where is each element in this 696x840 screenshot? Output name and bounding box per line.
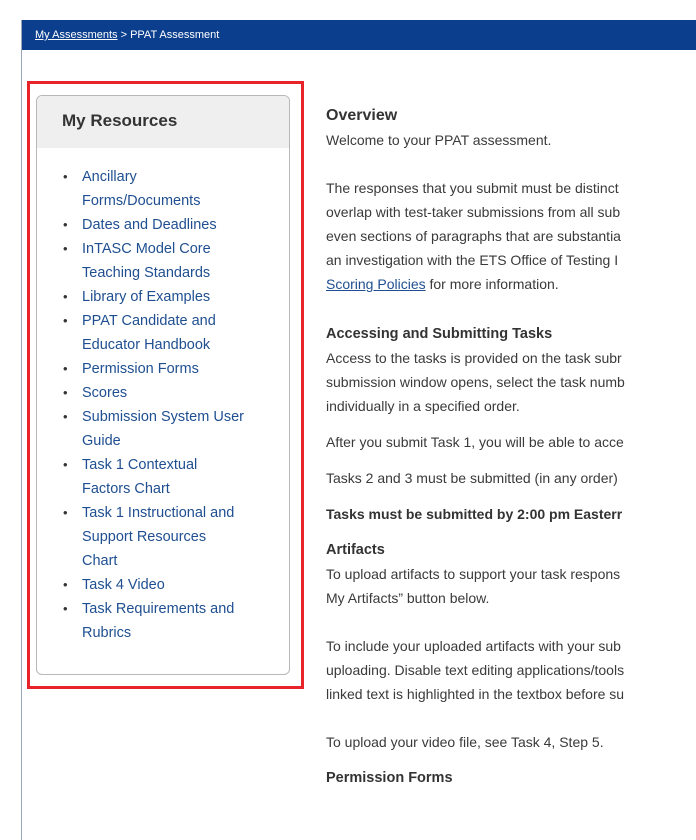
resource-link-line: Task 1 Contextual (82, 457, 198, 473)
artifacts-line-5: linked text is highlighted in the textbo… (326, 686, 625, 702)
resource-link-line: Dates and Deadlines (82, 217, 217, 233)
accessing-line-2: submission window opens, select the task… (326, 374, 625, 390)
resource-link-line: Submission System User (82, 409, 244, 425)
resource-link-line: Educator Handbook (82, 337, 211, 353)
resource-link-line: Support Resources (82, 529, 207, 545)
overview-line-5: Scoring Policies for more information. (326, 272, 696, 296)
my-resources-panel: My Resources • Ancillary Forms/Documents • D… (36, 95, 290, 675)
resource-item: • Permission Forms (63, 357, 289, 381)
resource-item: • Task 1 Contextual Factors Chart (63, 453, 289, 501)
resource-link[interactable]: Scores (82, 385, 127, 401)
accessing-line-1: Access to the tasks is provided on the t… (326, 350, 622, 366)
resource-link-line: Scores (82, 385, 128, 401)
bullet-icon: • (63, 409, 68, 424)
resource-item: • Dates and Deadlines (63, 213, 289, 237)
resource-link[interactable]: Task 1 Instructional and Support Resource… (82, 505, 234, 569)
accessing-heading: Accessing and Submitting Tasks (326, 326, 553, 342)
resource-link-line: Ancillary (82, 169, 137, 185)
artifacts-line-2: My Artifacts” button below. (326, 590, 490, 606)
bullet-icon: • (63, 457, 68, 472)
resource-link[interactable]: InTASC Model Core Teaching Standards (82, 241, 211, 281)
resource-link[interactable]: Task 1 Contextual Factors Chart (82, 457, 197, 497)
resource-item: • Ancillary Forms/Documents (63, 165, 289, 213)
resource-link-line: Teaching Standards (82, 265, 211, 281)
resource-link-line: InTASC Model Core (82, 241, 211, 257)
bullet-icon: • (63, 241, 68, 256)
resource-link[interactable]: Task 4 Video (82, 577, 165, 593)
resource-link[interactable]: PPAT Candidate and Educator Handbook (82, 313, 216, 353)
resource-item: • Task 1 Instructional and Support Resourc… (63, 501, 289, 573)
resource-link-line: Task 4 Video (82, 577, 165, 593)
resource-item: • Library of Examples (63, 285, 289, 309)
page-left-border (21, 50, 22, 840)
overview-heading: Overview (326, 107, 398, 124)
resource-item: • PPAT Candidate and Educator Handbook (63, 309, 289, 357)
overview-line-3: even sections of paragraphs that are sub… (326, 228, 621, 244)
resource-link-line: PPAT Candidate and (82, 313, 216, 329)
main-content: Overview Welcome to your PPAT assessment… (326, 104, 696, 790)
bullet-icon: • (63, 169, 68, 184)
top-margin (0, 0, 696, 20)
artifacts-heading: Artifacts (326, 542, 385, 558)
breadcrumb-current: PPAT Assessment (130, 29, 220, 41)
tasks23-text: Tasks 2 and 3 must be submitted (in any … (326, 470, 618, 486)
overview-line-2: overlap with test-taker submissions from… (326, 204, 621, 220)
resource-item: • InTASC Model Core Teaching Standards (63, 237, 289, 285)
video-upload-text: To upload your video file, see Task 4, S… (326, 734, 604, 750)
resource-link[interactable]: Library of Examples (82, 289, 210, 305)
scoring-policies-link[interactable]: Scoring Policies (326, 276, 426, 292)
resource-link-line: Rubrics (82, 625, 132, 641)
resource-link-line: Guide (82, 433, 121, 449)
resources-list: • Ancillary Forms/Documents • Dates and Dead… (37, 148, 289, 645)
breadcrumb: My Assessments > PPAT Assessment (21, 20, 696, 50)
accessing-line-3: individually in a specified order. (326, 398, 520, 414)
artifacts-line-1: To upload artifacts to support your task… (326, 566, 621, 582)
bullet-icon: • (63, 505, 68, 520)
overview-line-1: The responses that you submit must be di… (326, 180, 619, 196)
resource-link[interactable]: Task Requirements and Rubrics (82, 601, 234, 641)
welcome-text: Welcome to your PPAT assessment. (326, 132, 552, 148)
scoring-suffix: for more information. (425, 276, 559, 292)
deadline-text: Tasks must be submitted by 2:00 pm Easte… (326, 506, 623, 522)
bullet-icon: • (63, 361, 68, 376)
resource-link-line: Forms/Documents (82, 193, 201, 209)
bullet-icon: • (63, 313, 68, 328)
resource-link-line: Permission Forms (82, 361, 199, 377)
artifacts-line-4: uploading. Disable text editing applicat… (326, 662, 625, 678)
resources-title: My Resources (37, 96, 289, 148)
resource-item: • Scores (63, 381, 289, 405)
resource-link-line: Library of Examples (82, 289, 211, 305)
resource-item: • Task 4 Video (63, 573, 289, 597)
resource-link-line: Chart (82, 553, 118, 569)
resource-link-line: Task Requirements and (82, 601, 235, 617)
artifacts-line-3: To include your uploaded artifacts with … (326, 638, 621, 654)
resource-link[interactable]: Ancillary Forms/Documents (82, 169, 200, 209)
permission-forms-heading-cutoff: Permission Forms (326, 770, 453, 786)
resource-link-line: Factors Chart (82, 481, 170, 497)
resource-item: • Task Requirements and Rubrics (63, 597, 289, 645)
bullet-icon: • (63, 577, 68, 592)
bullet-icon: • (63, 217, 68, 232)
overview-line-4: an investigation with the ETS Office of … (326, 252, 619, 268)
breadcrumb-separator: > (117, 29, 131, 41)
resource-link[interactable]: Dates and Deadlines (82, 217, 217, 233)
resource-item: • Submission System User Guide (63, 405, 289, 453)
resource-link[interactable]: Submission System User Guide (82, 409, 244, 449)
bullet-icon: • (63, 601, 68, 616)
bullet-icon: • (63, 289, 68, 304)
resource-link-line: Task 1 Instructional and (82, 505, 235, 521)
after-task1-text: After you submit Task 1, you will be abl… (326, 434, 624, 450)
bullet-icon: • (63, 385, 68, 400)
resource-link[interactable]: Permission Forms (82, 361, 199, 377)
breadcrumb-link-my-assessments[interactable]: My Assessments (35, 29, 118, 41)
